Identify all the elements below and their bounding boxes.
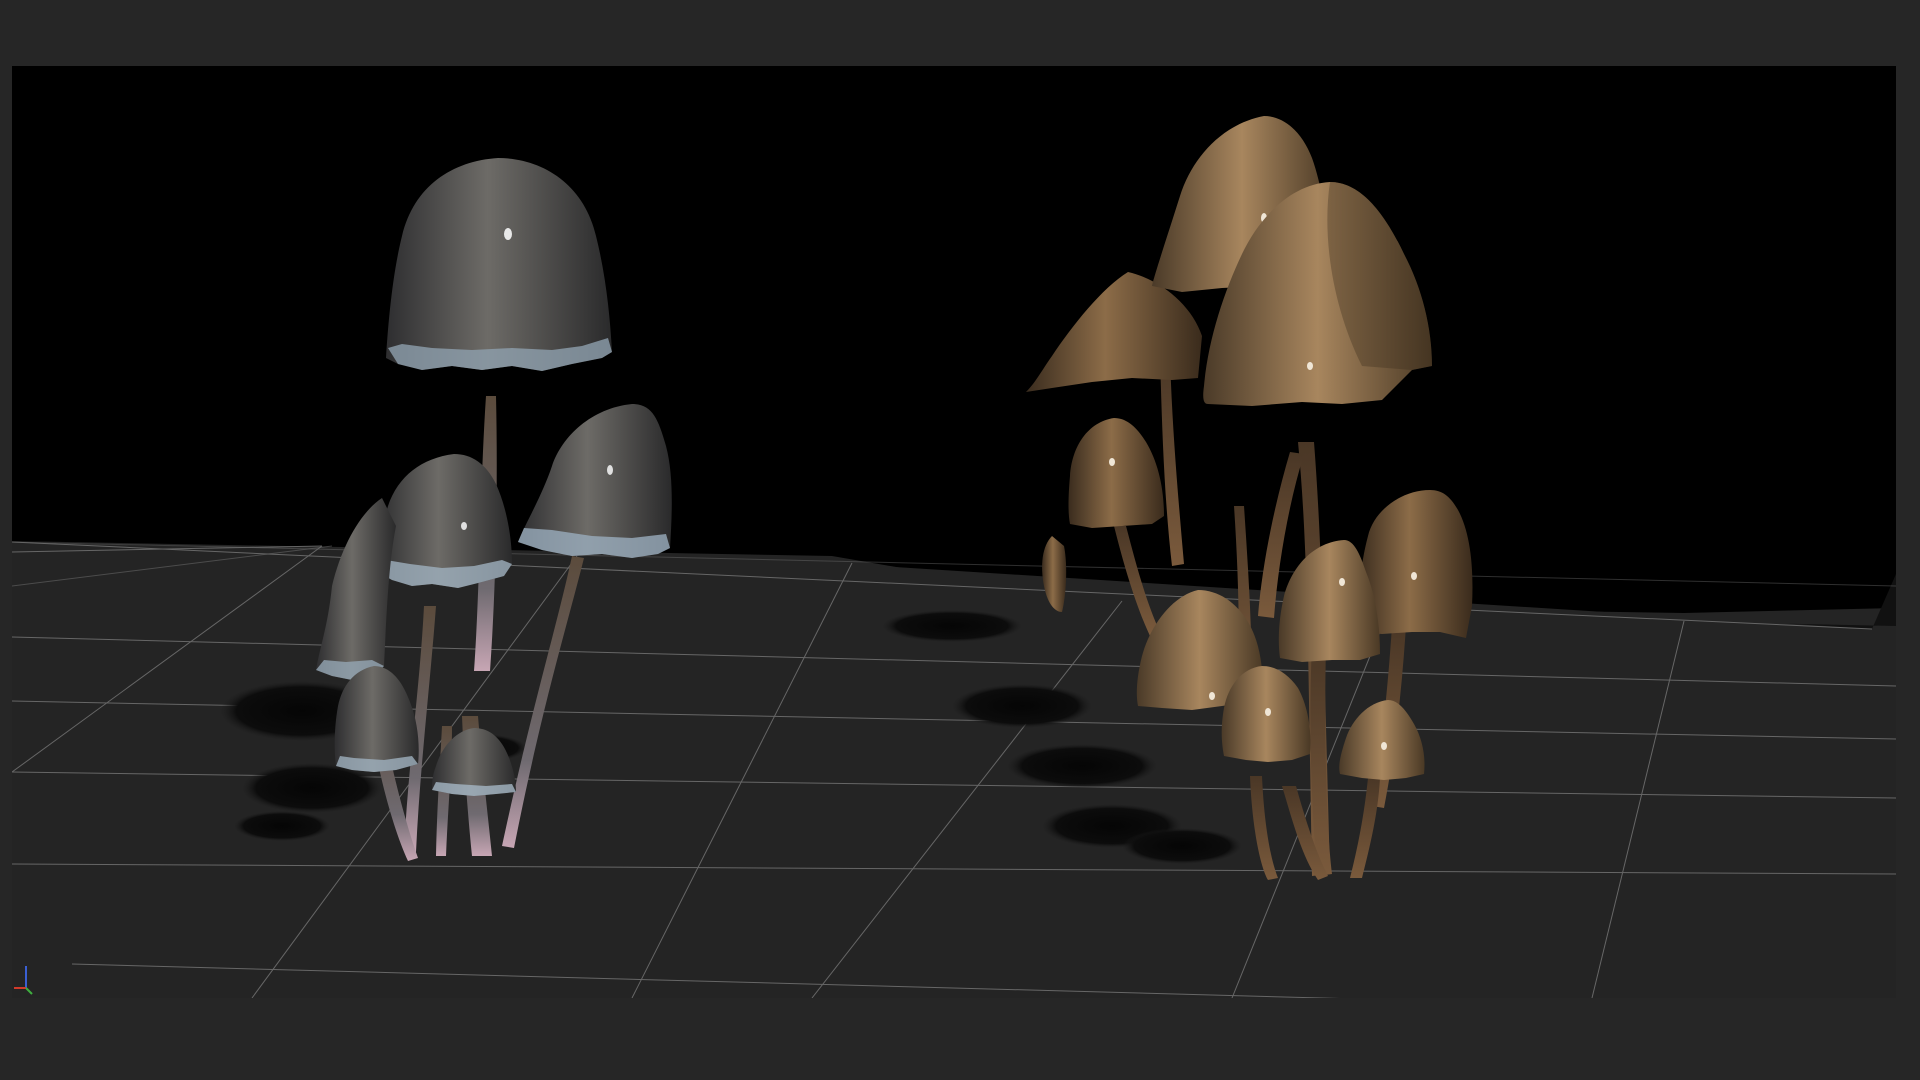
shadow bbox=[1122, 828, 1242, 864]
modeling-app-window bbox=[0, 0, 1920, 1080]
3d-viewport[interactable] bbox=[12, 66, 1896, 998]
specular-highlight bbox=[461, 522, 467, 530]
shadow bbox=[952, 684, 1092, 728]
specular-highlight bbox=[1381, 742, 1387, 750]
shadow bbox=[882, 610, 1022, 642]
specular-highlight bbox=[1411, 572, 1417, 580]
specular-highlight bbox=[1339, 578, 1345, 586]
specular-highlight bbox=[1265, 708, 1271, 716]
viewport-canvas[interactable] bbox=[12, 66, 1896, 998]
specular-highlight bbox=[1209, 692, 1215, 700]
shadow bbox=[234, 811, 330, 841]
specular-highlight bbox=[1307, 362, 1313, 370]
specular-highlight bbox=[504, 228, 512, 240]
specular-highlight bbox=[607, 465, 613, 475]
specular-highlight bbox=[1109, 458, 1115, 466]
shadow bbox=[1007, 744, 1157, 788]
